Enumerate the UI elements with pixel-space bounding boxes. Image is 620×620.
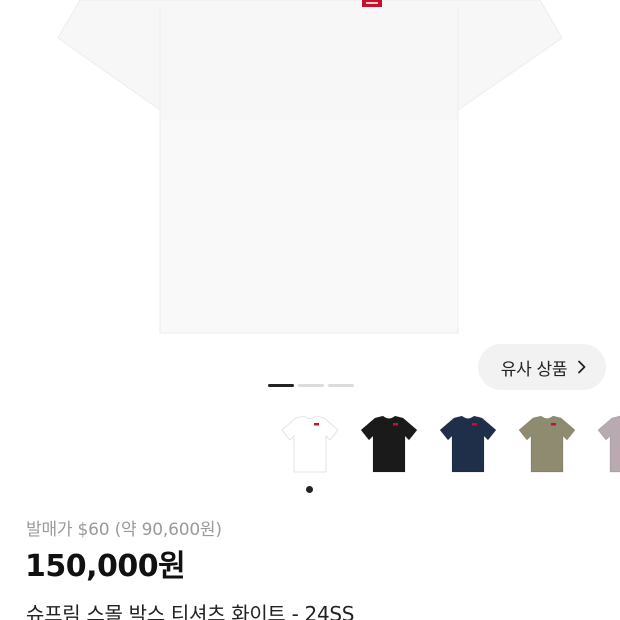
similar-products-label: 유사 상품 <box>500 359 568 380</box>
selected-variant-indicator <box>306 486 313 493</box>
tshirt-thumb-icon <box>518 415 576 473</box>
product-price: 150,000원 <box>25 549 186 584</box>
tshirt-thumb-icon <box>597 415 620 473</box>
carousel-dot <box>298 384 324 387</box>
product-image[interactable] <box>0 0 620 380</box>
tshirt-thumb-icon <box>281 415 339 473</box>
tshirt-thumb-icon <box>439 415 497 473</box>
carousel-dot-active <box>268 384 294 387</box>
carousel-indicator <box>268 384 354 387</box>
color-variant-thumb[interactable] <box>436 412 500 476</box>
box-logo <box>314 423 319 426</box>
box-logo <box>551 423 556 426</box>
color-variant-thumb[interactable] <box>515 412 579 476</box>
tshirt-thumb-icon <box>360 415 418 473</box>
box-logo <box>393 423 398 426</box>
release-price: 발매가 $60 (약 90,600원) <box>26 520 222 540</box>
similar-products-button[interactable]: 유사 상품 <box>478 344 606 390</box>
chevron-right-icon <box>578 360 586 374</box>
product-title: 슈프림 스몰 박스 티셔츠 화이트 - 24SS <box>26 602 355 620</box>
color-variant-list[interactable] <box>278 412 620 482</box>
color-variant-thumb[interactable] <box>357 412 421 476</box>
carousel-dot <box>328 384 354 387</box>
product-detail-page: 유사 상품 발매가 $60 (약 90,600원) 150,000원 슈프림 스… <box>0 0 620 620</box>
tshirt-image <box>57 0 563 334</box>
color-variant-thumb[interactable] <box>594 412 620 476</box>
color-variant-thumb[interactable] <box>278 412 342 476</box>
box-logo <box>472 423 477 426</box>
